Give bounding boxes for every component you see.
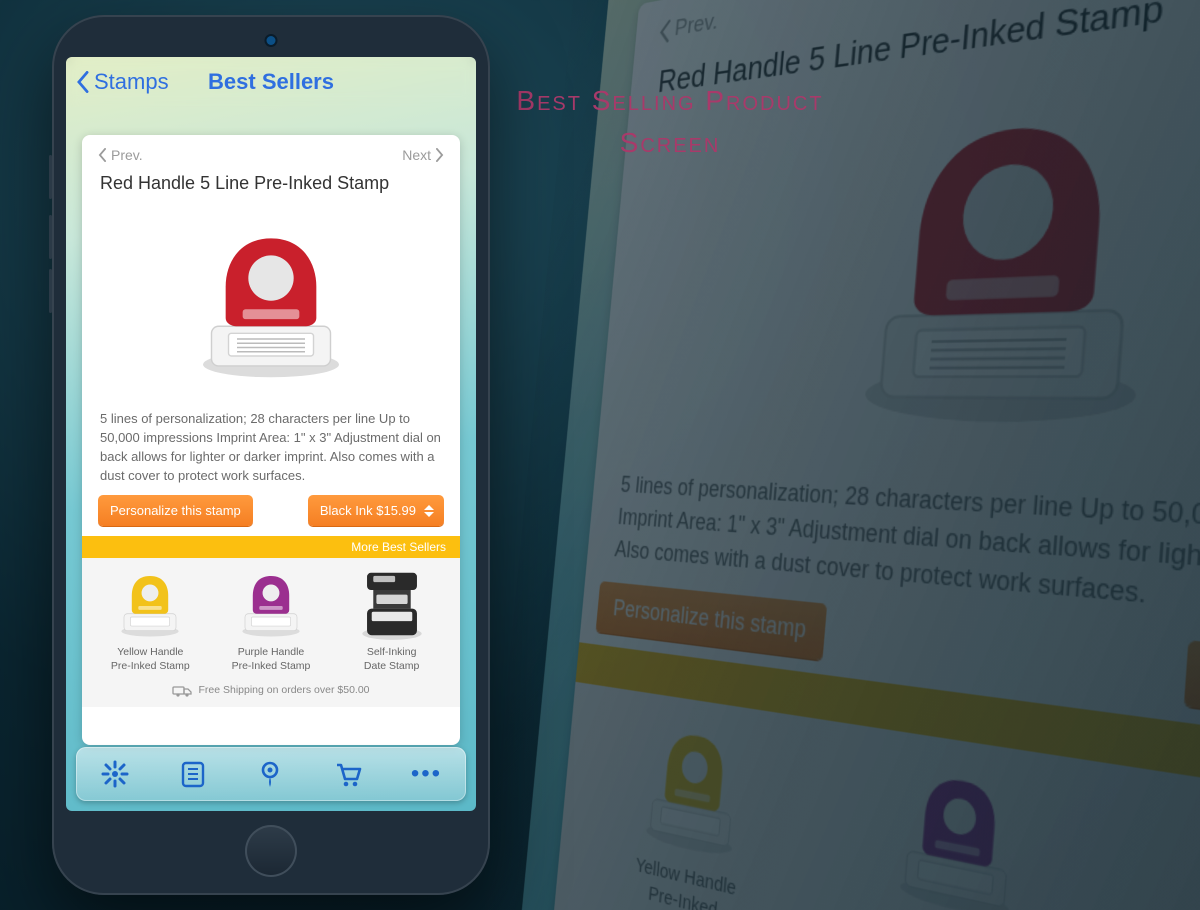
product-title: Red Handle 5 Line Pre-Inked Stamp <box>82 169 460 200</box>
nav-bar: Stamps Best Sellers <box>66 57 476 107</box>
page-title: Best Sellers <box>208 69 334 95</box>
free-shipping-label: Free Shipping on orders over $50.00 <box>82 677 460 707</box>
variant-selector[interactable]: Black Ink $15.99 <box>308 495 444 526</box>
tab-bar: ••• <box>76 747 466 801</box>
variant-label: Black Ink $15.99 <box>320 503 416 518</box>
tab-cart[interactable] <box>333 759 363 789</box>
prev-label: Prev. <box>111 147 143 163</box>
pin-icon <box>255 759 285 789</box>
related-item: Yellow HandlePre-Inked Stamp <box>622 705 759 910</box>
related-item-label: Yellow HandlePre-Inked Stamp <box>111 646 190 672</box>
product-card: Prev. Next Red Handle 5 Line Pre-Inked S… <box>82 135 460 745</box>
back-button[interactable]: Stamps <box>76 69 169 95</box>
card-stack: Prev. Next Red Handle 5 Line Pre-Inked S… <box>82 135 460 745</box>
product-image <box>82 200 460 400</box>
related-item[interactable]: Self-InkingDate Stamp <box>337 564 447 672</box>
related-item-label: Purple HandlePre-Inked Stamp <box>232 646 311 672</box>
truck-icon <box>172 683 192 697</box>
next-label: Next <box>402 147 431 163</box>
chevron-left-icon <box>76 71 90 93</box>
screen: Stamps Best Sellers Prev. Next <box>66 57 476 811</box>
list-icon <box>178 759 208 789</box>
stepper-icon <box>424 505 438 517</box>
more-best-sellers-bar[interactable]: More Best Sellers <box>82 536 460 558</box>
home-button[interactable] <box>245 825 297 877</box>
more-icon: ••• <box>411 760 442 787</box>
related-item: Purple HandlePre-Inked Stamp <box>872 745 1041 910</box>
related-products: Yellow HandlePre-Inked Stamp Purple Hand… <box>82 558 460 676</box>
phone-frame: Stamps Best Sellers Prev. Next <box>52 15 490 895</box>
prev-button[interactable]: Prev. <box>98 147 143 163</box>
product-description: 5 lines of personalization; 28 character… <box>82 400 460 495</box>
tab-list[interactable] <box>178 759 208 789</box>
tab-locator[interactable] <box>255 759 285 789</box>
next-button[interactable]: Next <box>402 147 444 163</box>
related-item[interactable]: Purple HandlePre-Inked Stamp <box>216 564 326 672</box>
related-item[interactable]: Yellow HandlePre-Inked Stamp <box>95 564 205 672</box>
related-item: Self-InkingDate Stamp <box>1193 796 1200 910</box>
personalize-button[interactable]: Personalize this stamp <box>98 495 253 526</box>
related-item-label: Self-InkingDate Stamp <box>364 646 419 672</box>
spark-icon <box>100 759 130 789</box>
tab-spark[interactable] <box>100 759 130 789</box>
personalize-label: Personalize this stamp <box>110 503 241 518</box>
back-label: Stamps <box>94 69 169 95</box>
chevron-right-icon <box>435 148 444 162</box>
prev-button: Prev. <box>658 9 719 46</box>
cart-icon <box>333 759 363 789</box>
camera-dot <box>267 36 276 45</box>
mockup-caption: Best Selling Product Screen <box>510 80 830 164</box>
chevron-left-icon <box>98 148 107 162</box>
